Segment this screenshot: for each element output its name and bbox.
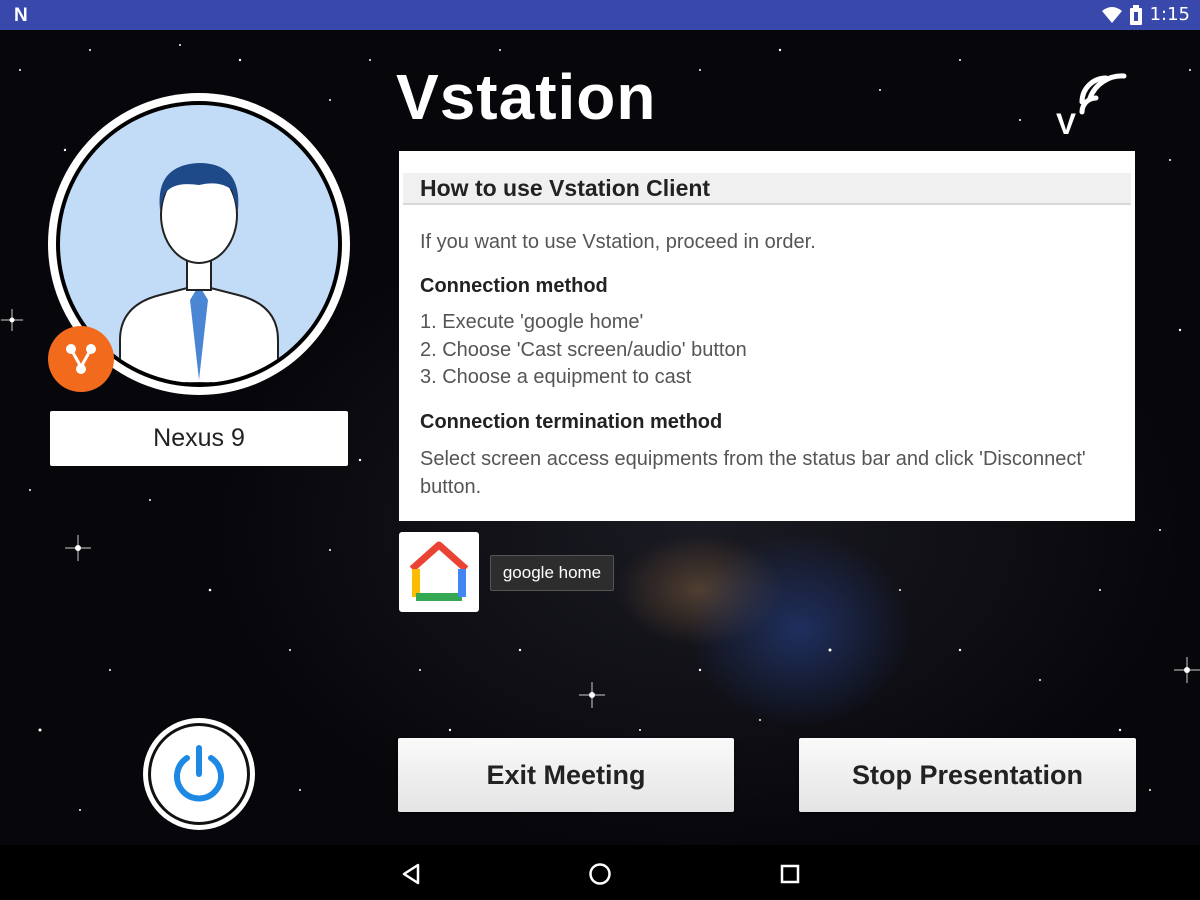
connection-step: 1. Execute 'google home' <box>420 311 644 333</box>
power-icon <box>174 745 224 802</box>
termination-description: Select screen access equipments from the… <box>420 448 1086 498</box>
wifi-icon <box>1101 6 1122 23</box>
help-panel: How to use Vstation Client If you want t… <box>399 151 1135 521</box>
power-button[interactable] <box>143 718 255 830</box>
stop-presentation-button[interactable]: Stop Presentation <box>799 738 1136 812</box>
help-header: How to use Vstation Client <box>403 173 1131 205</box>
battery-icon <box>1129 4 1142 25</box>
share-icon[interactable] <box>48 326 114 392</box>
termination-method-title: Connection termination method <box>420 411 723 433</box>
status-icons: 1:15 <box>1101 4 1190 25</box>
google-home-tooltip: google home <box>490 555 614 591</box>
connection-step: 2. Choose 'Cast screen/audio' button <box>420 339 747 361</box>
connection-step: 3. Choose a equipment to cast <box>420 366 692 388</box>
connection-method-title: Connection method <box>420 275 608 297</box>
recents-icon[interactable] <box>775 859 805 889</box>
google-home-icon <box>409 541 469 601</box>
clock: 1:15 <box>1149 4 1190 25</box>
home-icon[interactable] <box>585 859 615 889</box>
navigation-bar <box>0 845 1200 900</box>
google-home-shortcut[interactable] <box>399 532 479 612</box>
notification-icon: N <box>14 5 28 26</box>
back-icon[interactable] <box>396 859 426 889</box>
device-name-label: Nexus 9 <box>50 411 348 466</box>
help-intro: If you want to use Vstation, proceed in … <box>420 231 816 253</box>
app-title: Vstation <box>396 61 657 133</box>
exit-meeting-button[interactable]: Exit Meeting <box>398 738 734 812</box>
cast-icon-label: V <box>1056 108 1076 138</box>
cast-icon[interactable]: V <box>1052 64 1136 143</box>
status-bar: N 1:15 <box>0 0 1200 30</box>
